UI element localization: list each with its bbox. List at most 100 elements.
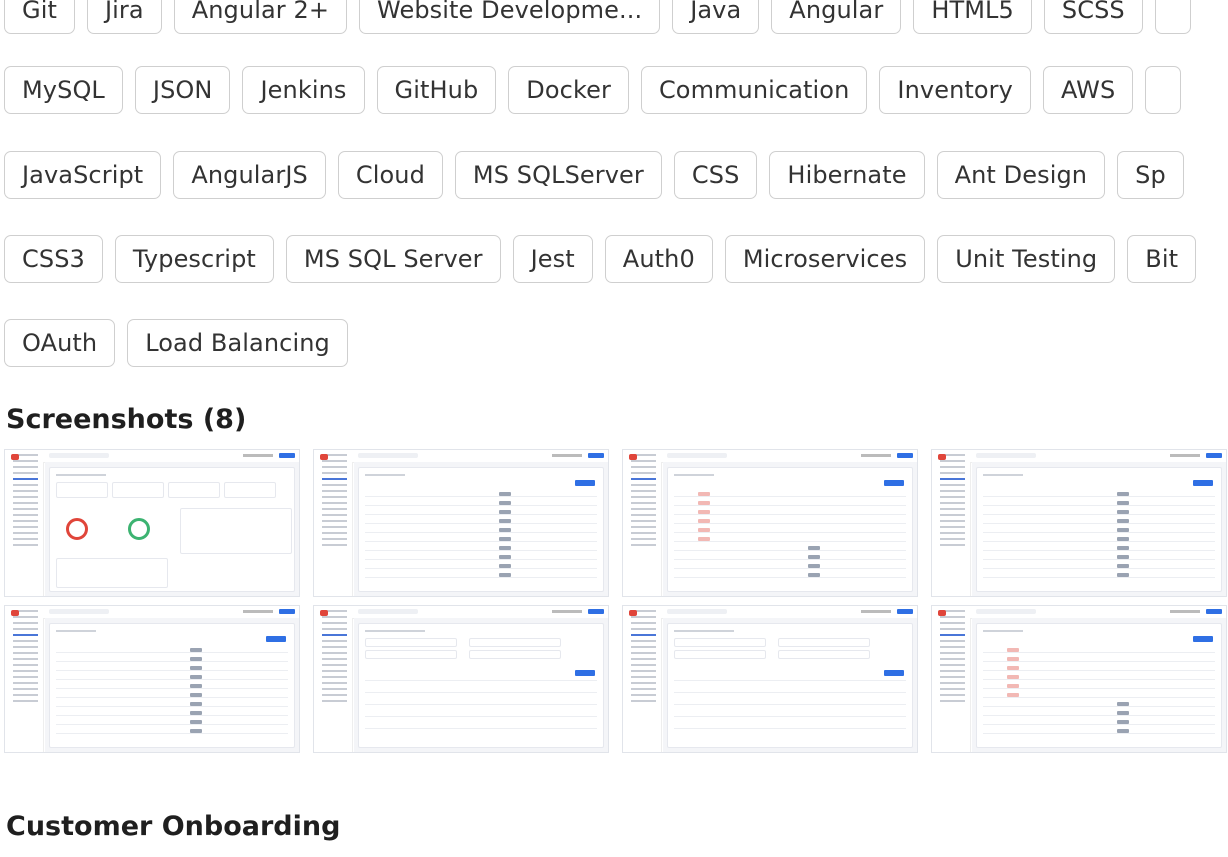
skill-tag[interactable]: Angular 2+	[173, 0, 348, 34]
skill-tag[interactable]: OAuth	[4, 319, 116, 367]
skill-tag[interactable]: MS SQLServer	[454, 151, 662, 199]
thumb-title	[56, 630, 96, 632]
thumb-row	[56, 679, 288, 680]
skill-tag[interactable]: Jest	[512, 235, 593, 283]
thumb-status	[499, 519, 511, 523]
thumb-badge	[279, 609, 295, 614]
screenshot-thumbnail[interactable]	[313, 449, 609, 597]
thumb-row	[56, 697, 288, 698]
skill-tag[interactable]: Inventory	[879, 66, 1031, 114]
skill-tag[interactable]: Typescript	[114, 235, 274, 283]
thumb-status	[698, 537, 710, 541]
thumb-row	[983, 577, 1215, 578]
thumb-button	[884, 480, 904, 486]
thumb-content	[45, 618, 299, 752]
thumb-status	[1117, 519, 1129, 523]
skill-tag[interactable]: JavaScript	[4, 151, 162, 199]
skill-tag[interactable]: SCSS	[1043, 0, 1143, 34]
skill-tag-row: JavaScript AngularJS Cloud MS SQLServer CSS H…	[4, 151, 1184, 199]
thumb-input	[674, 650, 766, 659]
thumb-status	[1007, 675, 1019, 679]
thumb-sidebar	[5, 450, 44, 596]
skill-tag[interactable]: Java	[672, 0, 760, 34]
screenshot-gallery	[4, 449, 1228, 761]
screenshot-thumbnail[interactable]	[4, 605, 300, 753]
thumb-row	[674, 550, 906, 551]
skill-tag[interactable]: AWS	[1042, 66, 1134, 114]
screenshot-thumbnail[interactable]	[622, 449, 918, 597]
skill-tag[interactable]: Communication	[640, 66, 868, 114]
thumb-status	[698, 492, 710, 496]
skill-tag[interactable]: Jira	[86, 0, 162, 34]
thumb-status	[1007, 693, 1019, 697]
thumb-logo	[11, 454, 19, 460]
thumb-input	[469, 638, 561, 647]
thumb-row	[983, 679, 1215, 680]
thumb-row	[56, 652, 288, 653]
thumb-search	[49, 609, 109, 614]
skill-tag[interactable]: CSS3	[4, 235, 103, 283]
screenshot-thumbnail[interactable]	[622, 605, 918, 753]
skill-tag[interactable]: Ant Design	[936, 151, 1106, 199]
skill-tag[interactable]: CSS	[673, 151, 758, 199]
skill-tag[interactable]: Git	[4, 0, 75, 34]
thumb-row	[674, 496, 906, 497]
thumb-card	[49, 623, 295, 748]
thumb-badge	[279, 453, 295, 458]
skill-tag[interactable]: Bit	[1127, 235, 1197, 283]
thumb-user	[552, 454, 582, 457]
thumb-status	[1117, 492, 1129, 496]
thumb-logo	[938, 610, 946, 616]
skill-tag[interactable]: Unit Testing	[937, 235, 1116, 283]
skill-tag[interactable]	[1154, 0, 1191, 34]
skill-tag[interactable]: GitHub	[376, 66, 497, 114]
skill-tag[interactable]: Load Balancing	[127, 319, 348, 367]
screenshot-thumbnail[interactable]	[4, 449, 300, 597]
skill-tag[interactable]: HTML5	[913, 0, 1032, 34]
skill-tag[interactable]: MS SQL Server	[285, 235, 501, 283]
thumb-button	[575, 670, 595, 676]
thumb-button	[1193, 636, 1213, 642]
thumb-status	[698, 510, 710, 514]
skill-tag[interactable]: Jenkins	[242, 66, 365, 114]
skill-tag[interactable]: Cloud	[337, 151, 443, 199]
skill-tag[interactable]: JSON	[134, 66, 231, 114]
thumb-row	[983, 514, 1215, 515]
thumb-user	[552, 610, 582, 613]
skill-tag[interactable]: Hibernate	[769, 151, 925, 199]
thumb-status	[190, 720, 202, 724]
skill-tag[interactable]: Angular	[771, 0, 902, 34]
thumb-row	[674, 523, 906, 524]
thumb-row	[674, 568, 906, 569]
skill-tag[interactable]	[1145, 66, 1182, 114]
skill-tag[interactable]: Website Developme...	[359, 0, 661, 34]
thumb-badge	[588, 453, 604, 458]
screenshot-thumbnail[interactable]	[313, 605, 609, 753]
skill-tag[interactable]: MySQL	[4, 66, 123, 114]
thumb-badge	[1206, 609, 1222, 614]
screenshot-thumbnail[interactable]	[931, 605, 1227, 753]
skill-tag[interactable]: Sp	[1117, 151, 1184, 199]
skill-tag-row: Git Jira Angular 2+ Website Developme... Jav…	[4, 0, 1191, 34]
thumb-title	[674, 474, 714, 476]
thumb-status	[190, 693, 202, 697]
thumb-row	[983, 670, 1215, 671]
skill-tag[interactable]: Docker	[508, 66, 629, 114]
thumb-row	[365, 550, 597, 551]
thumb-logo	[320, 610, 328, 616]
thumb-status	[190, 657, 202, 661]
thumb-row	[983, 523, 1215, 524]
thumb-row	[983, 688, 1215, 689]
thumb-donut	[66, 518, 88, 540]
thumb-status	[1117, 555, 1129, 559]
thumb-row	[983, 559, 1215, 560]
thumb-status	[1117, 702, 1129, 706]
skill-tag[interactable]: AngularJS	[173, 151, 326, 199]
skill-tag[interactable]: Microservices	[724, 235, 926, 283]
thumb-status	[808, 546, 820, 550]
screenshot-thumbnail[interactable]	[931, 449, 1227, 597]
skill-tag[interactable]: Auth0	[604, 235, 713, 283]
thumb-status	[499, 528, 511, 532]
thumb-status	[1117, 537, 1129, 541]
thumb-row	[56, 706, 288, 707]
